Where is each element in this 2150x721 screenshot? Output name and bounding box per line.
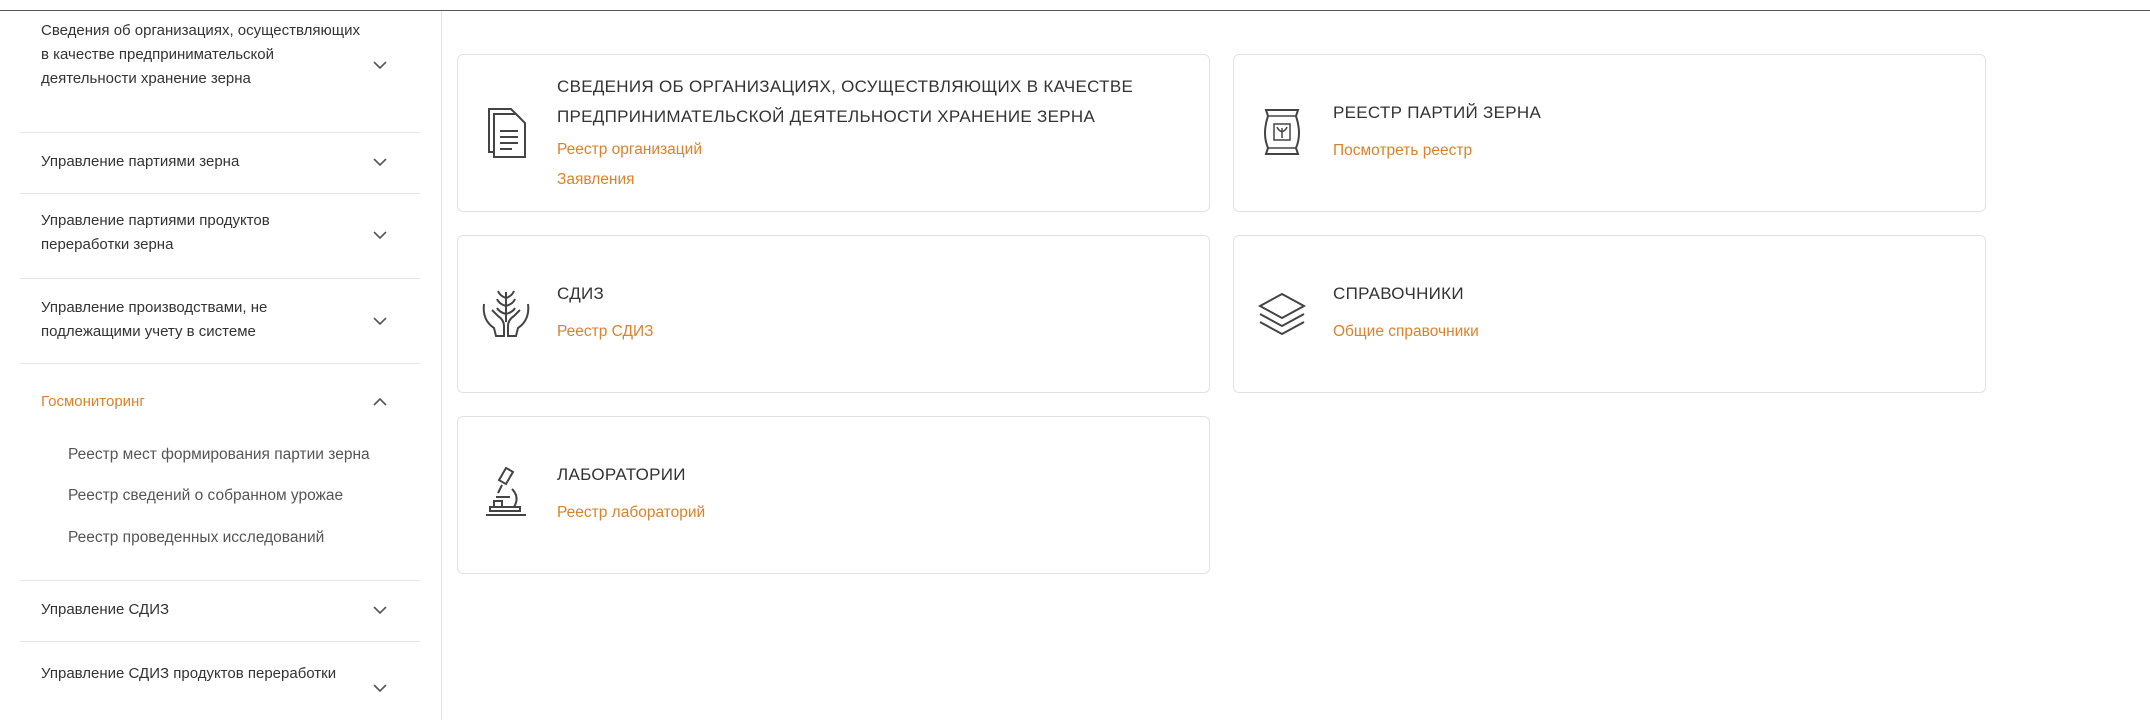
card-title: ЛАБОРАТОРИИ xyxy=(557,465,686,484)
sidebar-item-sdiz[interactable]: Управление СДИЗ xyxy=(20,580,420,642)
submenu-item-research-registry[interactable]: Реестр проведенных исследований xyxy=(68,529,324,547)
chevron-down-icon xyxy=(373,61,387,70)
card-grain-storage-orgs: СВЕДЕНИЯ ОБ ОРГАНИЗАЦИЯХ, ОСУЩЕСТВЛЯЮЩИХ… xyxy=(457,54,1210,212)
sidebar-item-label: Управление СДИЗ продуктов переработки xyxy=(41,665,337,682)
sidebar-item-label: Госмониторинг xyxy=(41,393,145,410)
hands-plant-icon xyxy=(482,290,530,337)
sidebar-item-label: Сведения об организациях, осуществляющих… xyxy=(41,22,360,87)
sidebar-item-label: Управление производствами, не подлежащим… xyxy=(41,299,268,340)
sidebar-item-processed-batches[interactable]: Управление партиями продуктов переработк… xyxy=(20,193,420,279)
chevron-down-icon xyxy=(373,684,387,693)
microscope-icon xyxy=(486,466,526,516)
documents-icon xyxy=(488,108,526,158)
link-view-registry[interactable]: Посмотреть реестр xyxy=(1333,142,1472,160)
sidebar-item-label: Управление партиями продуктов переработк… xyxy=(41,212,270,253)
sidebar-item-state-monitoring[interactable]: Госмониторинг xyxy=(20,363,420,581)
link-organizations-registry[interactable]: Реестр организаций xyxy=(557,141,702,159)
card-reference-books: СПРАВОЧНИКИ Общие справочники xyxy=(1233,235,1986,393)
submenu-item-grain-formation-registry[interactable]: Реестр мест формирования партии зерна xyxy=(68,446,370,464)
link-general-references[interactable]: Общие справочники xyxy=(1333,323,1479,341)
sidebar-item-sdiz-processed[interactable]: Управление СДИЗ продуктов переработки xyxy=(20,641,420,721)
grain-bag-icon xyxy=(1264,109,1300,155)
sidebar-item-label: Управление партиями зерна xyxy=(41,153,240,170)
card-grain-batches-registry: РЕЕСТР ПАРТИЙ ЗЕРНА Посмотреть реестр xyxy=(1233,54,1986,212)
submenu-item-harvest-registry[interactable]: Реестр сведений о собранном урожае xyxy=(68,487,343,505)
sidebar-item-grain-storage-orgs[interactable]: Сведения об организациях, осуществляющих… xyxy=(20,11,420,133)
link-applications[interactable]: Заявления xyxy=(557,171,635,189)
card-sdiz: СДИЗ Реестр СДИЗ xyxy=(457,235,1210,393)
card-laboratories: ЛАБОРАТОРИИ Реестр лабораторий xyxy=(457,416,1210,574)
sidebar-item-grain-batches[interactable]: Управление партиями зерна xyxy=(20,132,420,194)
link-sdiz-registry[interactable]: Реестр СДИЗ xyxy=(557,323,654,341)
chevron-down-icon xyxy=(373,317,387,326)
sidebar-item-label: Управление СДИЗ xyxy=(41,601,170,618)
chevron-down-icon xyxy=(373,231,387,240)
card-title: СВЕДЕНИЯ ОБ ОРГАНИЗАЦИЯХ, ОСУЩЕСТВЛЯЮЩИХ… xyxy=(557,77,1134,126)
layers-icon xyxy=(1257,292,1307,336)
card-title: РЕЕСТР ПАРТИЙ ЗЕРНА xyxy=(1333,103,1542,122)
chevron-down-icon xyxy=(373,606,387,615)
chevron-down-icon xyxy=(373,158,387,167)
sidebar-item-unaccounted-production[interactable]: Управление производствами, не подлежащим… xyxy=(20,278,420,364)
link-laboratories-registry[interactable]: Реестр лабораторий xyxy=(557,504,705,522)
card-title: СПРАВОЧНИКИ xyxy=(1333,284,1464,303)
sidebar: Сведения об организациях, осуществляющих… xyxy=(0,11,442,720)
chevron-up-icon xyxy=(373,397,387,406)
card-title: СДИЗ xyxy=(557,284,605,303)
